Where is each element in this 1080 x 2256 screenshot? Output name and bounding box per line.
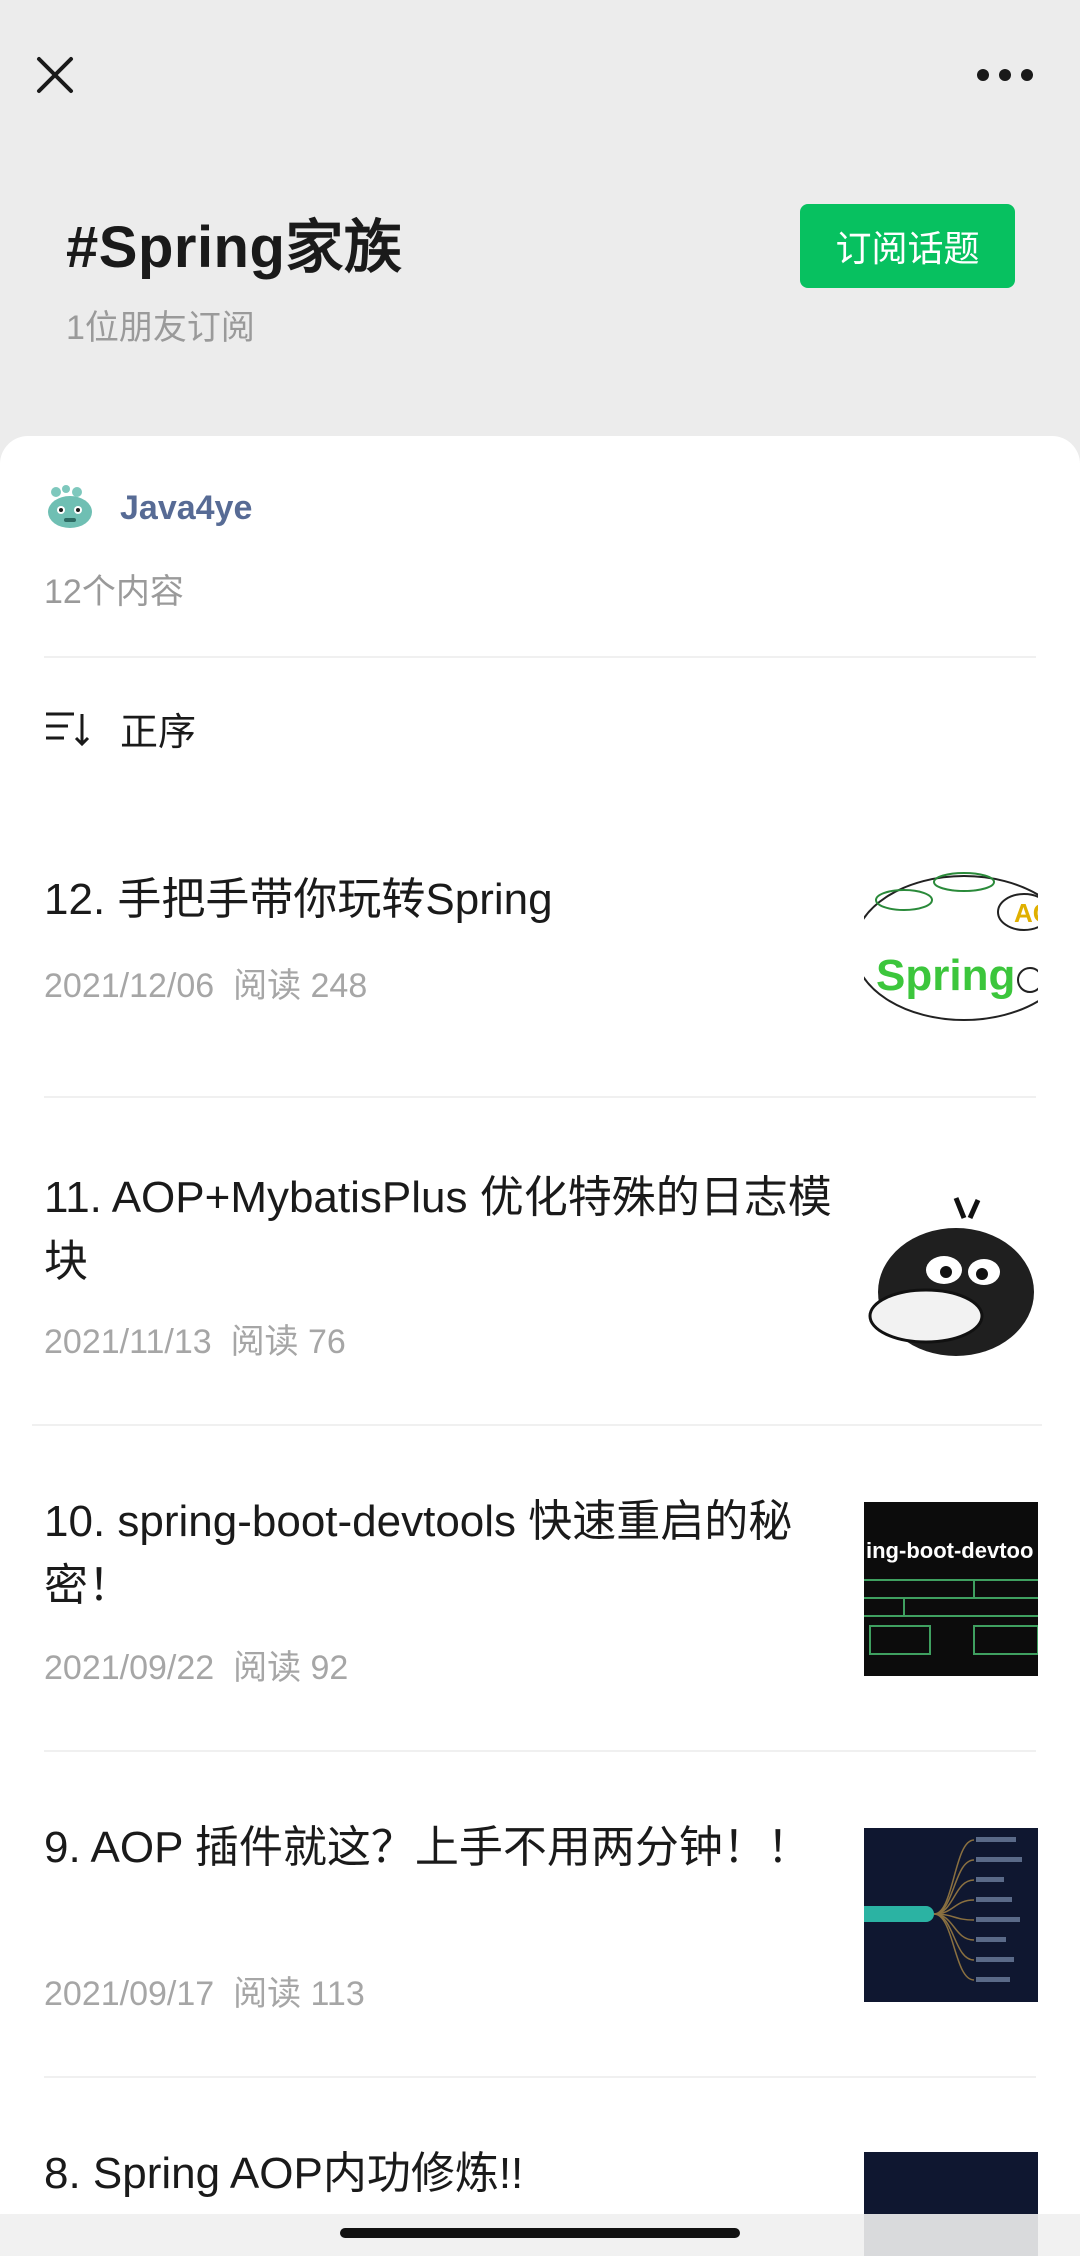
- subscriber-count: 1位朋友订阅: [66, 309, 255, 347]
- devtools-thumbnail-image: ing-boot-devtoo: [864, 1502, 1038, 1676]
- article-reads: 阅读 76: [230, 1323, 346, 1361]
- article-thumbnail[interactable]: AC Spring: [864, 860, 1038, 1034]
- article-meta: 2021/09/22 阅读 92: [44, 1640, 348, 1689]
- account-link[interactable]: Java4ye: [44, 478, 252, 538]
- divider: [44, 1750, 1036, 1752]
- divider: [44, 1096, 1036, 1098]
- article-thumbnail[interactable]: [864, 1828, 1038, 2002]
- article-reads: 阅读 92: [233, 1649, 349, 1687]
- top-bar: [0, 0, 1080, 150]
- article-date: 2021/11/13: [44, 1323, 212, 1361]
- article-title[interactable]: 12. 手把手带你玩转Spring: [44, 868, 834, 932]
- mindmap-thumbnail-image: [864, 1828, 1038, 2002]
- article-date: 2021/12/06: [44, 967, 215, 1005]
- subscribe-topic-button[interactable]: 订阅话题: [800, 204, 1015, 288]
- article-reads: 阅读 248: [233, 967, 368, 1005]
- divider: [44, 2076, 1036, 2078]
- spring-thumbnail-image: AC Spring: [864, 872, 1038, 1021]
- article-title[interactable]: 8. Spring AOP内功修炼!!: [44, 2142, 834, 2206]
- divider: [32, 1424, 1042, 1426]
- article-date: 2021/09/17: [44, 1975, 215, 2013]
- svg-text:AC: AC: [1014, 898, 1038, 928]
- sort-toggle[interactable]: 正序: [44, 698, 196, 758]
- divider: [44, 656, 1036, 658]
- article-title[interactable]: 10. spring-boot-devtools 快速重启的秘密！: [44, 1490, 834, 1618]
- article-reads: 阅读 113: [233, 1975, 365, 2013]
- sort-icon: [46, 712, 90, 747]
- article-title[interactable]: 11. AOP+MybatisPlus 优化特殊的日志模块: [44, 1166, 834, 1294]
- java4ye-avatar: [48, 485, 92, 528]
- article-thumbnail[interactable]: ing-boot-devtoo: [864, 1502, 1038, 1676]
- article-title[interactable]: 9. AOP 插件就这？上手不用两分钟！！: [44, 1816, 834, 1880]
- close-button[interactable]: [20, 40, 90, 110]
- topic-header: #Spring家族 1位朋友订阅 订阅话题: [0, 150, 1080, 440]
- duck-thumbnail-image: [868, 1197, 1034, 1356]
- more-button[interactable]: [960, 40, 1050, 110]
- thumbnail-text: Spring: [876, 951, 1015, 1000]
- thumbnail-text: ing-boot-devtoo: [866, 1538, 1033, 1563]
- account-name: Java4ye: [120, 488, 253, 527]
- close-icon: [37, 57, 73, 93]
- content-card: Java4ye 12个内容 正序 12. 手把手带你玩转Spring 2021/…: [0, 436, 1080, 2256]
- article-meta: 2021/11/13 阅读 76: [44, 1314, 346, 1363]
- topic-title: #Spring家族: [66, 215, 403, 280]
- more-dots-icon: [977, 69, 1033, 81]
- content-count: 12个内容: [44, 573, 184, 611]
- sort-label: 正序: [120, 711, 197, 754]
- home-indicator[interactable]: [340, 2228, 740, 2238]
- article-thumbnail[interactable]: [864, 1188, 1038, 1362]
- article-meta: 2021/12/06 阅读 248: [44, 958, 367, 1007]
- article-meta: 2021/09/17 阅读 113: [44, 1966, 365, 2015]
- article-date: 2021/09/22: [44, 1649, 215, 1687]
